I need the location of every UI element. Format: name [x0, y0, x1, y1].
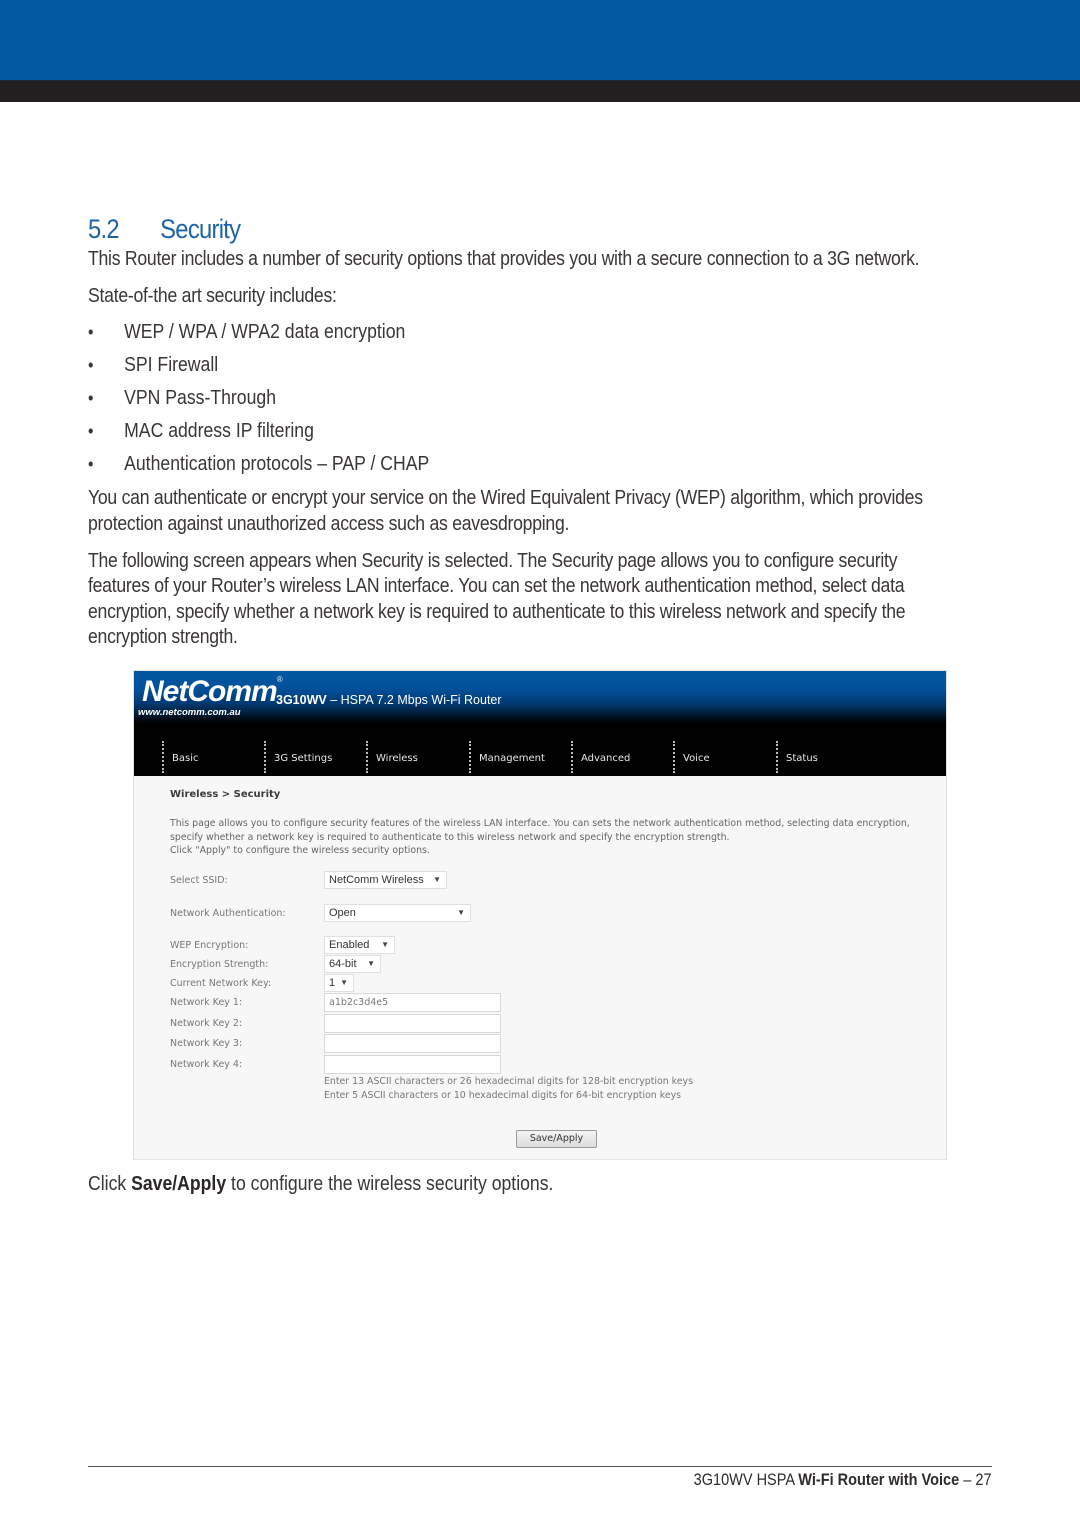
nav-management[interactable]: Management	[469, 741, 545, 773]
feature-item: • MAC address IP filtering	[88, 419, 314, 442]
ssid-select[interactable]: NetComm Wireless ▼	[324, 871, 447, 889]
router-security-screenshot: NetComm® www.netcomm.com.au 3G10WV – HSP…	[133, 670, 947, 1160]
wep-encryption-select[interactable]: Enabled ▼	[324, 936, 395, 954]
caret-down-icon: ▼	[381, 940, 389, 949]
key-hints: Enter 13 ASCII characters or 26 hexadeci…	[324, 1076, 693, 1101]
nav-advanced[interactable]: Advanced	[571, 741, 630, 773]
section-title: Security	[160, 214, 241, 244]
header-dark-band	[0, 80, 1080, 102]
product-title: 3G10WV – HSPA 7.2 Mbps Wi-Fi Router	[276, 693, 502, 707]
encryption-strength-label: Encryption Strength:	[170, 959, 269, 970]
section-number: 5.2	[88, 214, 120, 244]
nav-status[interactable]: Status	[776, 741, 818, 773]
intro-paragraph: This Router includes a number of securit…	[88, 247, 920, 270]
network-auth-label: Network Authentication:	[170, 908, 286, 919]
caret-down-icon: ▼	[457, 908, 465, 917]
caption-save-apply: Save/Apply	[131, 1172, 227, 1195]
netcomm-logo: NetComm®	[142, 675, 283, 708]
network-key-2-label: Network Key 2:	[170, 1018, 243, 1029]
router-header: NetComm® www.netcomm.com.au 3G10WV – HSP…	[134, 671, 946, 776]
network-key-1-label: Network Key 1:	[170, 997, 243, 1008]
feature-item: • Authentication protocols – PAP / CHAP	[88, 452, 430, 475]
current-key-label: Current Network Key:	[170, 978, 272, 989]
footer-divider	[88, 1466, 992, 1467]
ssid-label: Select SSID:	[170, 875, 228, 886]
page-number: 27	[975, 1471, 992, 1489]
includes-lead: State-of-the art security includes:	[88, 284, 337, 307]
caret-down-icon: ▼	[367, 959, 375, 968]
breadcrumb: Wireless > Security	[170, 789, 281, 800]
nav-basic[interactable]: Basic	[162, 741, 198, 773]
network-key-4-label: Network Key 4:	[170, 1059, 243, 1070]
router-nav: Basic 3G Settings Wireless Management Ad…	[134, 741, 946, 775]
caption: Click Save/Apply to configure the wirele…	[88, 1172, 554, 1195]
page-description: This page allows you to configure securi…	[170, 818, 910, 857]
feature-item: • VPN Pass-Through	[88, 386, 277, 409]
network-key-2-input[interactable]	[324, 1014, 501, 1033]
page-footer: 3G10WV HSPA Wi-Fi Router with Voice – 27	[694, 1471, 992, 1489]
bullet-icon: •	[88, 322, 94, 342]
encryption-strength-select[interactable]: 64-bit ▼	[324, 955, 381, 973]
network-auth-select[interactable]: Open ▼	[324, 904, 471, 922]
network-key-1-input[interactable]: a1b2c3d4e5	[324, 993, 501, 1012]
network-key-3-input[interactable]	[324, 1034, 501, 1053]
bullet-icon: •	[88, 454, 94, 474]
bullet-icon: •	[88, 421, 94, 441]
feature-item: • SPI Firewall	[88, 353, 219, 376]
logo-url: www.netcomm.com.au	[138, 707, 241, 718]
section-heading: 5.2 Security	[88, 214, 241, 245]
nav-voice[interactable]: Voice	[673, 741, 710, 773]
nav-3g-settings[interactable]: 3G Settings	[264, 741, 332, 773]
bullet-icon: •	[88, 355, 94, 375]
wep-encryption-label: WEP Encryption:	[170, 940, 249, 951]
bullet-icon: •	[88, 388, 94, 408]
caret-down-icon: ▼	[433, 875, 441, 884]
feature-item: • WEP / WPA / WPA2 data encryption	[88, 320, 406, 343]
network-key-3-label: Network Key 3:	[170, 1038, 243, 1049]
network-key-4-input[interactable]	[324, 1055, 501, 1074]
current-key-select[interactable]: 1 ▼	[324, 974, 354, 992]
caret-down-icon: ▼	[340, 978, 348, 987]
header-blue-band	[0, 0, 1080, 80]
nav-wireless[interactable]: Wireless	[366, 741, 418, 773]
save-apply-button[interactable]: Save/Apply	[516, 1130, 597, 1148]
